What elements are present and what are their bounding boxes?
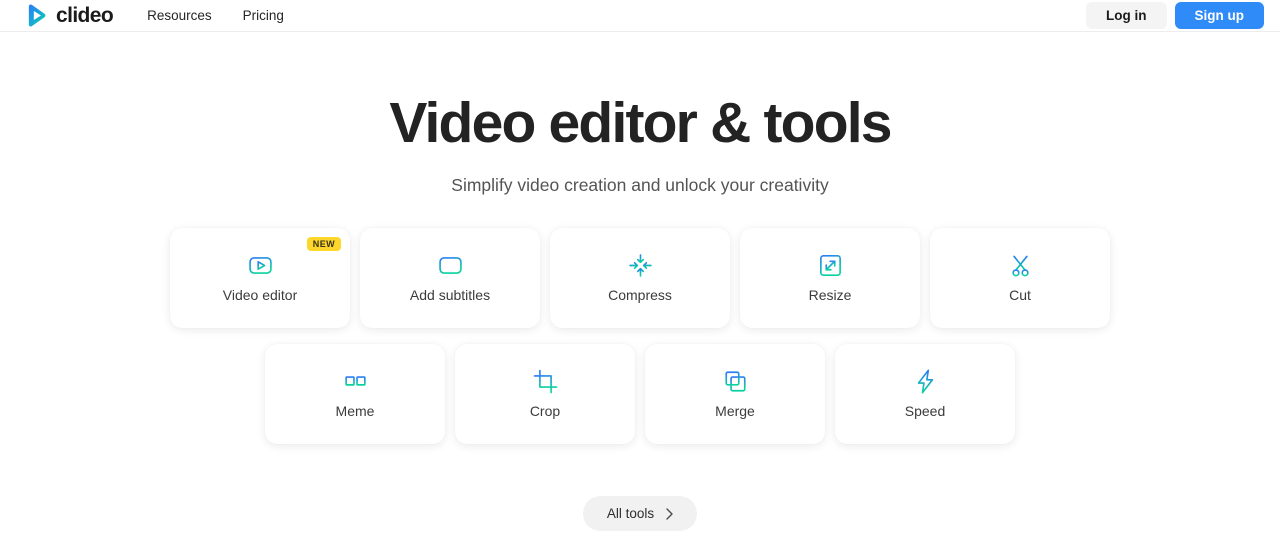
log-in-button[interactable]: Log in: [1086, 1, 1167, 30]
tool-label: Add subtitles: [409, 287, 491, 304]
tool-label: Video editor: [222, 287, 298, 304]
tool-label: Resize: [808, 287, 852, 304]
tools-row-1: NEW Video editor Add subtitles Compress …: [170, 227, 1110, 328]
tool-label: Cut: [1009, 287, 1031, 304]
all-tools-cta-wrap: All tools: [0, 495, 1280, 532]
page-title: Video editor & tools: [389, 91, 892, 155]
tool-card-compress[interactable]: Compress: [550, 227, 730, 328]
play-logo-icon: [28, 4, 46, 27]
chevron-right-icon: [666, 507, 673, 520]
tools-grid: NEW Video editor Add subtitles Compress …: [0, 227, 1280, 444]
cut-scissors-icon: [1011, 255, 1029, 277]
tool-card-merge[interactable]: Merge: [645, 343, 825, 444]
brand-name: clideo: [56, 3, 114, 27]
tools-row-2: Meme Crop Merge Speed: [265, 343, 1015, 444]
page-subtitle: Simplify video creation and unlock your …: [451, 174, 829, 195]
nav-link-pricing[interactable]: Pricing: [243, 8, 284, 23]
tool-card-resize[interactable]: Resize: [740, 227, 920, 328]
tool-label: Compress: [608, 287, 672, 304]
header-actions: Log in Sign up: [1086, 1, 1264, 30]
speed-bolt-icon: [917, 369, 933, 394]
brand-logo-link[interactable]: clideo: [24, 3, 114, 28]
tool-card-cut[interactable]: Cut: [930, 227, 1110, 328]
hero-section: Video editor & tools Simplify video crea…: [0, 32, 1280, 196]
site-header: clideo Resources Pricing Log in Sign up: [0, 0, 1280, 32]
nav-link-resources[interactable]: Resources: [147, 8, 212, 23]
meme-glasses-icon: [342, 376, 368, 387]
tool-card-crop[interactable]: Crop: [455, 343, 635, 444]
merge-squares-icon: [724, 371, 746, 392]
all-tools-label: All tools: [606, 505, 655, 521]
tool-card-video-editor[interactable]: NEW Video editor: [170, 227, 350, 328]
resize-icon: [819, 255, 841, 277]
main-nav: Resources Pricing: [147, 8, 284, 23]
tool-label: Crop: [529, 403, 561, 420]
sign-up-button[interactable]: Sign up: [1174, 1, 1264, 30]
tool-card-add-subtitles[interactable]: Add subtitles: [360, 227, 540, 328]
crop-icon: [533, 370, 557, 394]
compress-icon: [628, 254, 652, 278]
all-tools-button[interactable]: All tools: [582, 495, 698, 532]
status-badge: NEW: [306, 236, 341, 251]
tool-label: Meme: [335, 403, 375, 420]
subtitles-icon: [438, 257, 462, 275]
video-editor-icon: [248, 257, 272, 275]
tool-card-meme[interactable]: Meme: [265, 343, 445, 444]
tool-card-speed[interactable]: Speed: [835, 343, 1015, 444]
tool-label: Speed: [904, 403, 946, 420]
tool-label: Merge: [715, 403, 755, 420]
